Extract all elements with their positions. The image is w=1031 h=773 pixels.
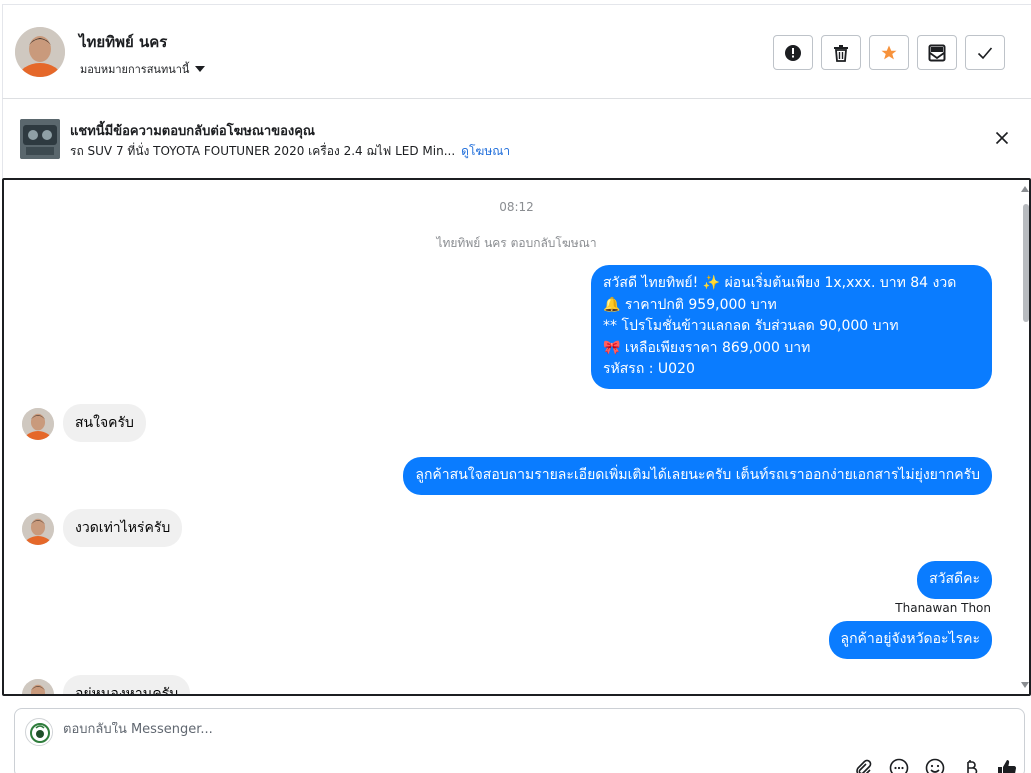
attachment-button[interactable] — [852, 757, 874, 773]
star-icon — [881, 45, 897, 59]
ad-description: รถ SUV 7 ที่นั่ง TOYOTA FOUTUNER 2020 เค… — [70, 142, 510, 161]
scrollbar-thumb[interactable] — [1023, 204, 1029, 322]
reply-input[interactable] — [63, 722, 963, 737]
conversation-header: ไทยทิพย์ นคร มอบหมายการสนทนานี้ — [2, 4, 1031, 99]
paperclip-icon — [856, 759, 872, 773]
messenger-inbox-conversation: ไทยทิพย์ นคร มอบหมายการสนทนานี้ แชทนี้มี… — [0, 0, 1031, 773]
outgoing-message[interactable]: สวัสดีคะ — [917, 561, 992, 599]
emoji-button[interactable] — [924, 757, 946, 773]
assign-label: มอบหมายการสนทนานี้ — [80, 63, 190, 76]
message-line: 🎀 เหลือเพียงราคา 869,000 บาท — [603, 339, 811, 356]
alert-icon — [785, 44, 801, 61]
message-line: 🔔 ราคาปกติ 959,000 บาท — [603, 296, 777, 313]
message-line: ** โปรโมชั่นข้าวแลกลด รับส่วนลด 90,000 บ… — [603, 318, 899, 334]
close-icon — [995, 131, 1009, 145]
incoming-message[interactable]: สนใจครับ — [63, 404, 146, 442]
view-ad-link[interactable]: ดูโฆษณา — [461, 144, 510, 158]
speech-bubble-icon — [889, 758, 909, 773]
outgoing-message[interactable]: สวัสดี ไทยทิพย์! ✨ ผ่อนเริ่มต้นเพียง 1x,… — [591, 265, 992, 389]
assign-conversation-dropdown[interactable]: มอบหมายการสนทนานี้ — [80, 60, 206, 78]
page-logo — [25, 718, 53, 746]
contact-avatar-small[interactable] — [22, 679, 54, 694]
incoming-message[interactable]: งวดเท่าไหร่ครับ — [63, 509, 183, 547]
done-button[interactable] — [965, 35, 1005, 70]
contact-name[interactable]: ไทยทิพย์ นคร — [79, 30, 167, 54]
like-button[interactable] — [996, 757, 1018, 773]
message-thread[interactable]: 08:12 ไทยทิพย์ นคร ตอบกลับโฆษณา สวัสดี ไ… — [2, 178, 1031, 696]
mark-unread-button[interactable] — [917, 35, 957, 70]
chevron-down-icon — [195, 66, 206, 72]
checkmark-icon — [977, 46, 993, 59]
contact-avatar-small[interactable] — [22, 513, 54, 545]
thumbs-up-icon — [998, 760, 1017, 773]
message-timestamp: 08:12 — [499, 200, 534, 214]
sender-name: Thanawan Thon — [895, 601, 991, 615]
scroll-down-arrow-icon[interactable] — [1021, 682, 1029, 688]
message-line: สวัสดี ไทยทิพย์! ✨ ผ่อนเริ่มต้นเพียง 1x,… — [603, 275, 957, 291]
reply-composer — [14, 708, 1025, 773]
outgoing-message[interactable]: ลูกค้าสนใจสอบถามรายละเอียดเพิ่มเติมได้เล… — [403, 457, 992, 495]
mark-spam-button[interactable] — [773, 35, 813, 70]
ad-thumbnail[interactable] — [20, 119, 60, 159]
close-banner-button[interactable] — [993, 129, 1011, 147]
payment-button[interactable] — [960, 757, 982, 773]
saved-reply-button[interactable] — [888, 757, 910, 773]
outgoing-message[interactable]: ลูกค้าอยู่จังหวัดอะไรคะ — [828, 621, 992, 659]
message-line: รหัสรถ : U020 — [603, 361, 695, 377]
scrollbar[interactable] — [1021, 180, 1029, 694]
ad-reply-notice: แชทนี้มีข้อความตอบกลับต่อโฆษณาของคุณ — [70, 124, 315, 139]
envelope-icon — [928, 44, 946, 61]
contact-avatar[interactable] — [15, 27, 65, 77]
baht-icon — [967, 760, 978, 773]
delete-button[interactable] — [821, 35, 861, 70]
scroll-up-arrow-icon[interactable] — [1021, 186, 1029, 192]
ad-context-banner: แชทนี้มีข้อความตอบกลับต่อโฆษณาของคุณ รถ … — [2, 99, 1031, 178]
composer-tools — [852, 757, 1018, 773]
system-note: ไทยทิพย์ นคร ตอบกลับโฆษณา — [436, 236, 597, 250]
conversation-actions — [773, 35, 1005, 70]
ad-subtitle: รถ SUV 7 ที่นั่ง TOYOTA FOUTUNER 2020 เค… — [70, 144, 456, 158]
trash-icon — [834, 44, 848, 62]
star-button[interactable] — [869, 35, 909, 70]
smiley-icon — [925, 758, 945, 773]
contact-avatar-small[interactable] — [22, 408, 54, 440]
incoming-message[interactable]: อยู่หนองหานครับ — [63, 675, 191, 694]
